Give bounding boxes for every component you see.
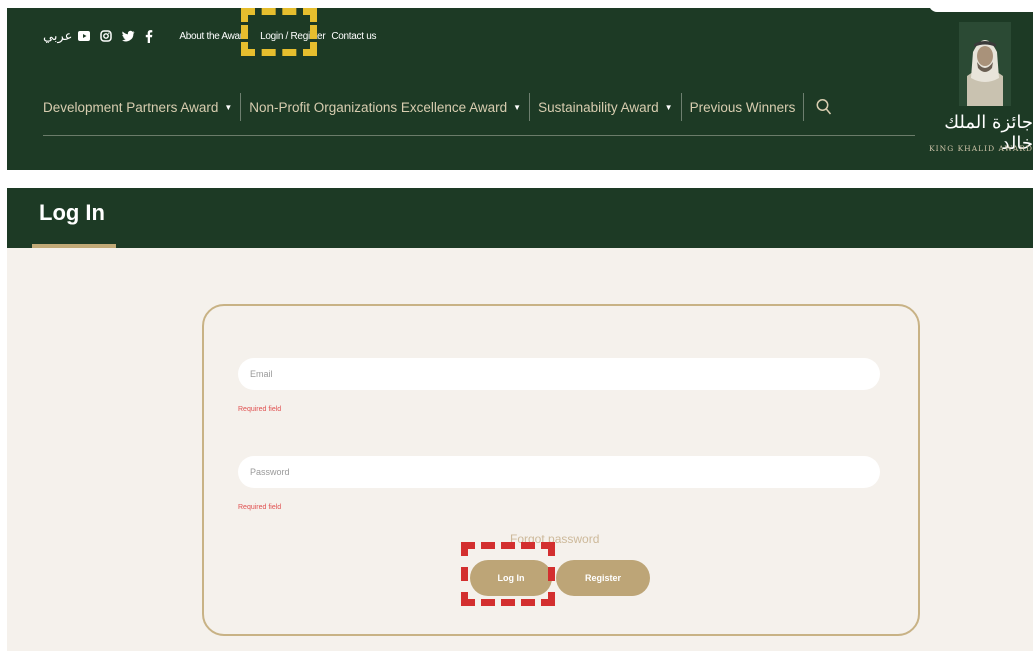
nav-divider	[529, 93, 531, 121]
main-nav: Development Partners Award ▼ Non-Profit …	[43, 92, 832, 122]
nav-item-sustainability[interactable]: Sustainability Award ▼	[538, 100, 673, 115]
search-icon[interactable]	[816, 98, 832, 116]
email-error-text: Required field	[238, 406, 282, 413]
nav-item-label: Development Partners Award	[43, 99, 219, 115]
nav-divider	[680, 93, 682, 121]
nav-divider-line	[43, 135, 915, 136]
caret-down-icon: ▼	[664, 102, 673, 112]
nav-item-development-partners[interactable]: Development Partners Award ▼	[43, 100, 232, 115]
logo-english-text: KING KHALID AWARD	[929, 144, 1033, 153]
social-links	[78, 29, 163, 43]
about-award-link[interactable]: About the Award	[179, 31, 248, 42]
language-switch-link[interactable]: عربي	[43, 28, 73, 44]
caret-down-icon: ▼	[513, 102, 522, 112]
twitter-icon[interactable]	[122, 30, 135, 42]
nav-item-nonprofit-excellence[interactable]: Non-Profit Organizations Excellence Awar…	[249, 100, 521, 115]
nav-divider	[803, 93, 805, 121]
nav-item-label: Previous Winners	[689, 99, 796, 115]
caret-down-icon: ▼	[224, 102, 233, 112]
king-portrait-image	[959, 22, 1011, 106]
register-button[interactable]: Register	[556, 560, 650, 596]
top-bar: عربي About the Award Login / Register Co…	[43, 26, 382, 46]
youtube-icon[interactable]	[78, 30, 91, 42]
page-content: Required field Required field Forgot pas…	[7, 248, 1033, 651]
forgot-password-link[interactable]: Forgot password	[510, 532, 599, 546]
facebook-icon[interactable]	[145, 29, 153, 43]
nav-item-label: Non-Profit Organizations Excellence Awar…	[249, 99, 508, 115]
nav-item-label: Sustainability Award	[538, 99, 659, 115]
contact-us-link[interactable]: Contact us	[331, 31, 376, 42]
password-field[interactable]	[238, 456, 880, 488]
nav-divider	[240, 93, 242, 121]
login-register-link[interactable]: Login / Register	[260, 31, 326, 42]
logo-tab	[929, 0, 1033, 12]
site-logo[interactable]: جائزة الملك خالد KING KHALID AWARD	[929, 0, 1033, 170]
login-form-card: Required field Required field Forgot pas…	[202, 304, 920, 636]
nav-item-previous-winners[interactable]: Previous Winners	[690, 100, 796, 115]
site-header: عربي About the Award Login / Register Co…	[7, 0, 1033, 170]
password-error-text: Required field	[238, 504, 282, 511]
instagram-icon[interactable]	[100, 30, 113, 42]
page-title-band: Log In	[7, 188, 1033, 248]
email-field[interactable]	[238, 358, 880, 390]
login-button[interactable]: Log In	[470, 560, 552, 596]
page-title: Log In	[39, 200, 105, 225]
